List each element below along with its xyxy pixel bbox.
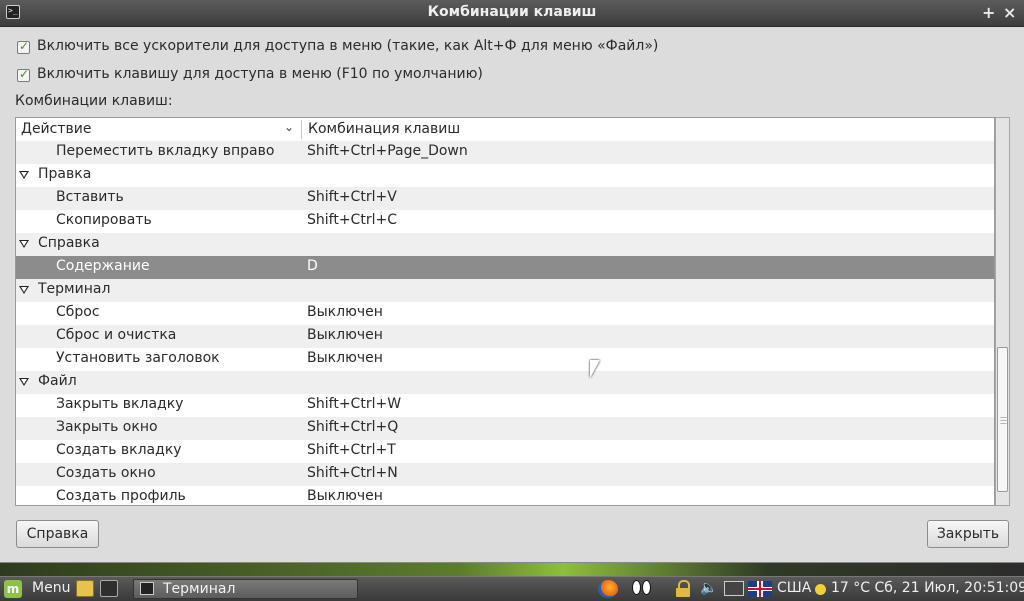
tree-header: Действие ⌄ Комбинация клавиш — [16, 118, 994, 142]
column-header-action[interactable]: Действие — [21, 121, 91, 137]
terminal-icon — [140, 582, 154, 595]
keyboard-layout-label[interactable]: США — [777, 580, 811, 596]
action-cell: Файл — [38, 373, 77, 389]
uk-flag-icon[interactable] — [748, 581, 772, 597]
maximize-button[interactable]: + — [982, 3, 995, 22]
network-icon[interactable] — [724, 581, 744, 596]
action-cell: Установить заголовок — [56, 350, 220, 366]
firefox-icon[interactable] — [598, 580, 618, 598]
menu-button[interactable]: Menu — [32, 580, 70, 596]
accelerators-checkbox[interactable] — [17, 39, 30, 54]
tree-group-row[interactable]: Правка — [16, 164, 994, 187]
volume-icon[interactable]: 🔈 — [700, 580, 720, 598]
shortcuts-section-label: Комбинации клавиш: — [15, 93, 173, 109]
window-title: Комбинации клавиш — [427, 4, 597, 20]
table-row[interactable]: Установить заголовок Выключен — [16, 348, 994, 371]
combination-cell[interactable]: Выключен — [307, 350, 383, 366]
action-cell: Сброс — [56, 304, 100, 320]
lock-icon[interactable] — [674, 580, 694, 598]
action-cell: Правка — [38, 166, 92, 182]
vertical-scrollbar[interactable]: — — — — [995, 117, 1010, 506]
grip-icon: — — — — [1000, 413, 1007, 427]
combination-cell[interactable]: Shift+Ctrl+N — [307, 465, 398, 481]
table-row[interactable]: Создать вкладку Shift+Ctrl+T — [16, 440, 994, 463]
shortcuts-tree[interactable]: Действие ⌄ Комбинация клавиш Переместить… — [15, 117, 995, 506]
column-header-combination[interactable]: Комбинация клавиш — [308, 121, 460, 137]
table-row[interactable]: Содержание D — [16, 256, 994, 279]
combination-cell[interactable]: Выключен — [307, 488, 383, 504]
action-cell: Создать вкладку — [56, 442, 182, 458]
combination-cell[interactable]: Shift+Ctrl+V — [307, 189, 397, 205]
title-bar[interactable]: >_ Комбинации клавиш + × — [0, 0, 1024, 27]
table-row[interactable]: Закрыть вкладку Shift+Ctrl+W — [16, 394, 994, 417]
linux-mint-logo-icon[interactable]: m — [4, 580, 22, 598]
table-row[interactable]: Сброс и очистка Выключен — [16, 325, 994, 348]
menu-key-label[interactable]: Включить клавишу для доступа в меню (F10… — [37, 66, 483, 82]
table-row[interactable]: Закрыть окно Shift+Ctrl+Q — [16, 417, 994, 440]
table-row[interactable]: Создать профиль Выключен — [16, 486, 994, 505]
taskbar-item-label: Терминал — [163, 581, 236, 597]
action-cell: Сброс и очистка — [56, 327, 177, 343]
terminal-launcher-icon[interactable] — [100, 580, 118, 597]
action-cell: Закрыть окно — [56, 419, 158, 435]
action-cell: Создать окно — [56, 465, 156, 481]
eyes-icon[interactable] — [632, 580, 652, 598]
action-cell: Создать профиль — [56, 488, 186, 504]
action-cell: Терминал — [38, 281, 111, 297]
expander-triangle-icon[interactable] — [19, 286, 29, 294]
combination-cell[interactable]: Выключен — [307, 327, 383, 343]
combination-cell[interactable]: Shift+Ctrl+T — [307, 442, 396, 458]
combination-cell[interactable]: Shift+Ctrl+C — [307, 212, 397, 228]
expander-triangle-icon[interactable] — [19, 378, 29, 386]
table-row[interactable]: Переместить вкладку вправо Shift+Ctrl+Pag… — [16, 141, 994, 164]
action-cell: Вставить — [56, 189, 124, 205]
chevron-down-icon[interactable]: ⌄ — [284, 120, 294, 134]
tree-group-row[interactable]: Справка — [16, 233, 994, 256]
table-row[interactable]: Сброс Выключен — [16, 302, 994, 325]
taskbar-item-terminal[interactable]: Терминал — [133, 579, 358, 599]
text-editor-launcher-icon[interactable] — [76, 580, 94, 597]
table-row[interactable]: Вставить Shift+Ctrl+V — [16, 187, 994, 210]
action-cell: Закрыть вкладку — [56, 396, 184, 412]
combination-cell[interactable]: Shift+Ctrl+Page_Down — [307, 143, 468, 159]
mouse-pointer-icon — [590, 360, 600, 378]
action-cell: Скопировать — [56, 212, 152, 228]
accelerators-label[interactable]: Включить все ускорители для доступа в ме… — [37, 38, 658, 54]
action-cell: Справка — [38, 235, 100, 251]
combination-cell[interactable]: Shift+Ctrl+Q — [307, 419, 398, 435]
combination-cell[interactable]: D — [307, 258, 318, 274]
expander-triangle-icon[interactable] — [19, 240, 29, 248]
taskbar: m Menu Терминал 🔈 США 17 °C Сб, 21 Июл, … — [0, 576, 1024, 601]
action-cell: Переместить вкладку вправо — [56, 143, 275, 159]
close-window-button[interactable]: × — [1003, 3, 1016, 22]
expander-triangle-icon[interactable] — [19, 171, 29, 179]
scrollbar-thumb[interactable]: — — — — [997, 347, 1008, 492]
combination-cell[interactable]: Выключен — [307, 304, 383, 320]
tree-group-row[interactable]: Терминал — [16, 279, 994, 302]
weather-sun-icon[interactable] — [815, 584, 826, 595]
keyboard-shortcuts-dialog: >_ Комбинации клавиш + × Включить все ус… — [0, 0, 1024, 563]
table-row[interactable]: Создать окно Shift+Ctrl+N — [16, 463, 994, 486]
action-cell: Содержание — [56, 258, 150, 274]
menu-key-checkbox[interactable] — [17, 67, 30, 82]
combination-cell[interactable]: Shift+Ctrl+W — [307, 396, 401, 412]
tree-group-row[interactable]: Файл — [16, 371, 994, 394]
clock-weather-label[interactable]: 17 °C Сб, 21 Июл, 20:51:09 — [831, 580, 1024, 596]
table-row[interactable]: Скопировать Shift+Ctrl+C — [16, 210, 994, 233]
column-separator[interactable] — [301, 120, 302, 139]
help-button[interactable]: Справка — [16, 520, 99, 548]
close-button[interactable]: Закрыть — [927, 520, 1009, 548]
